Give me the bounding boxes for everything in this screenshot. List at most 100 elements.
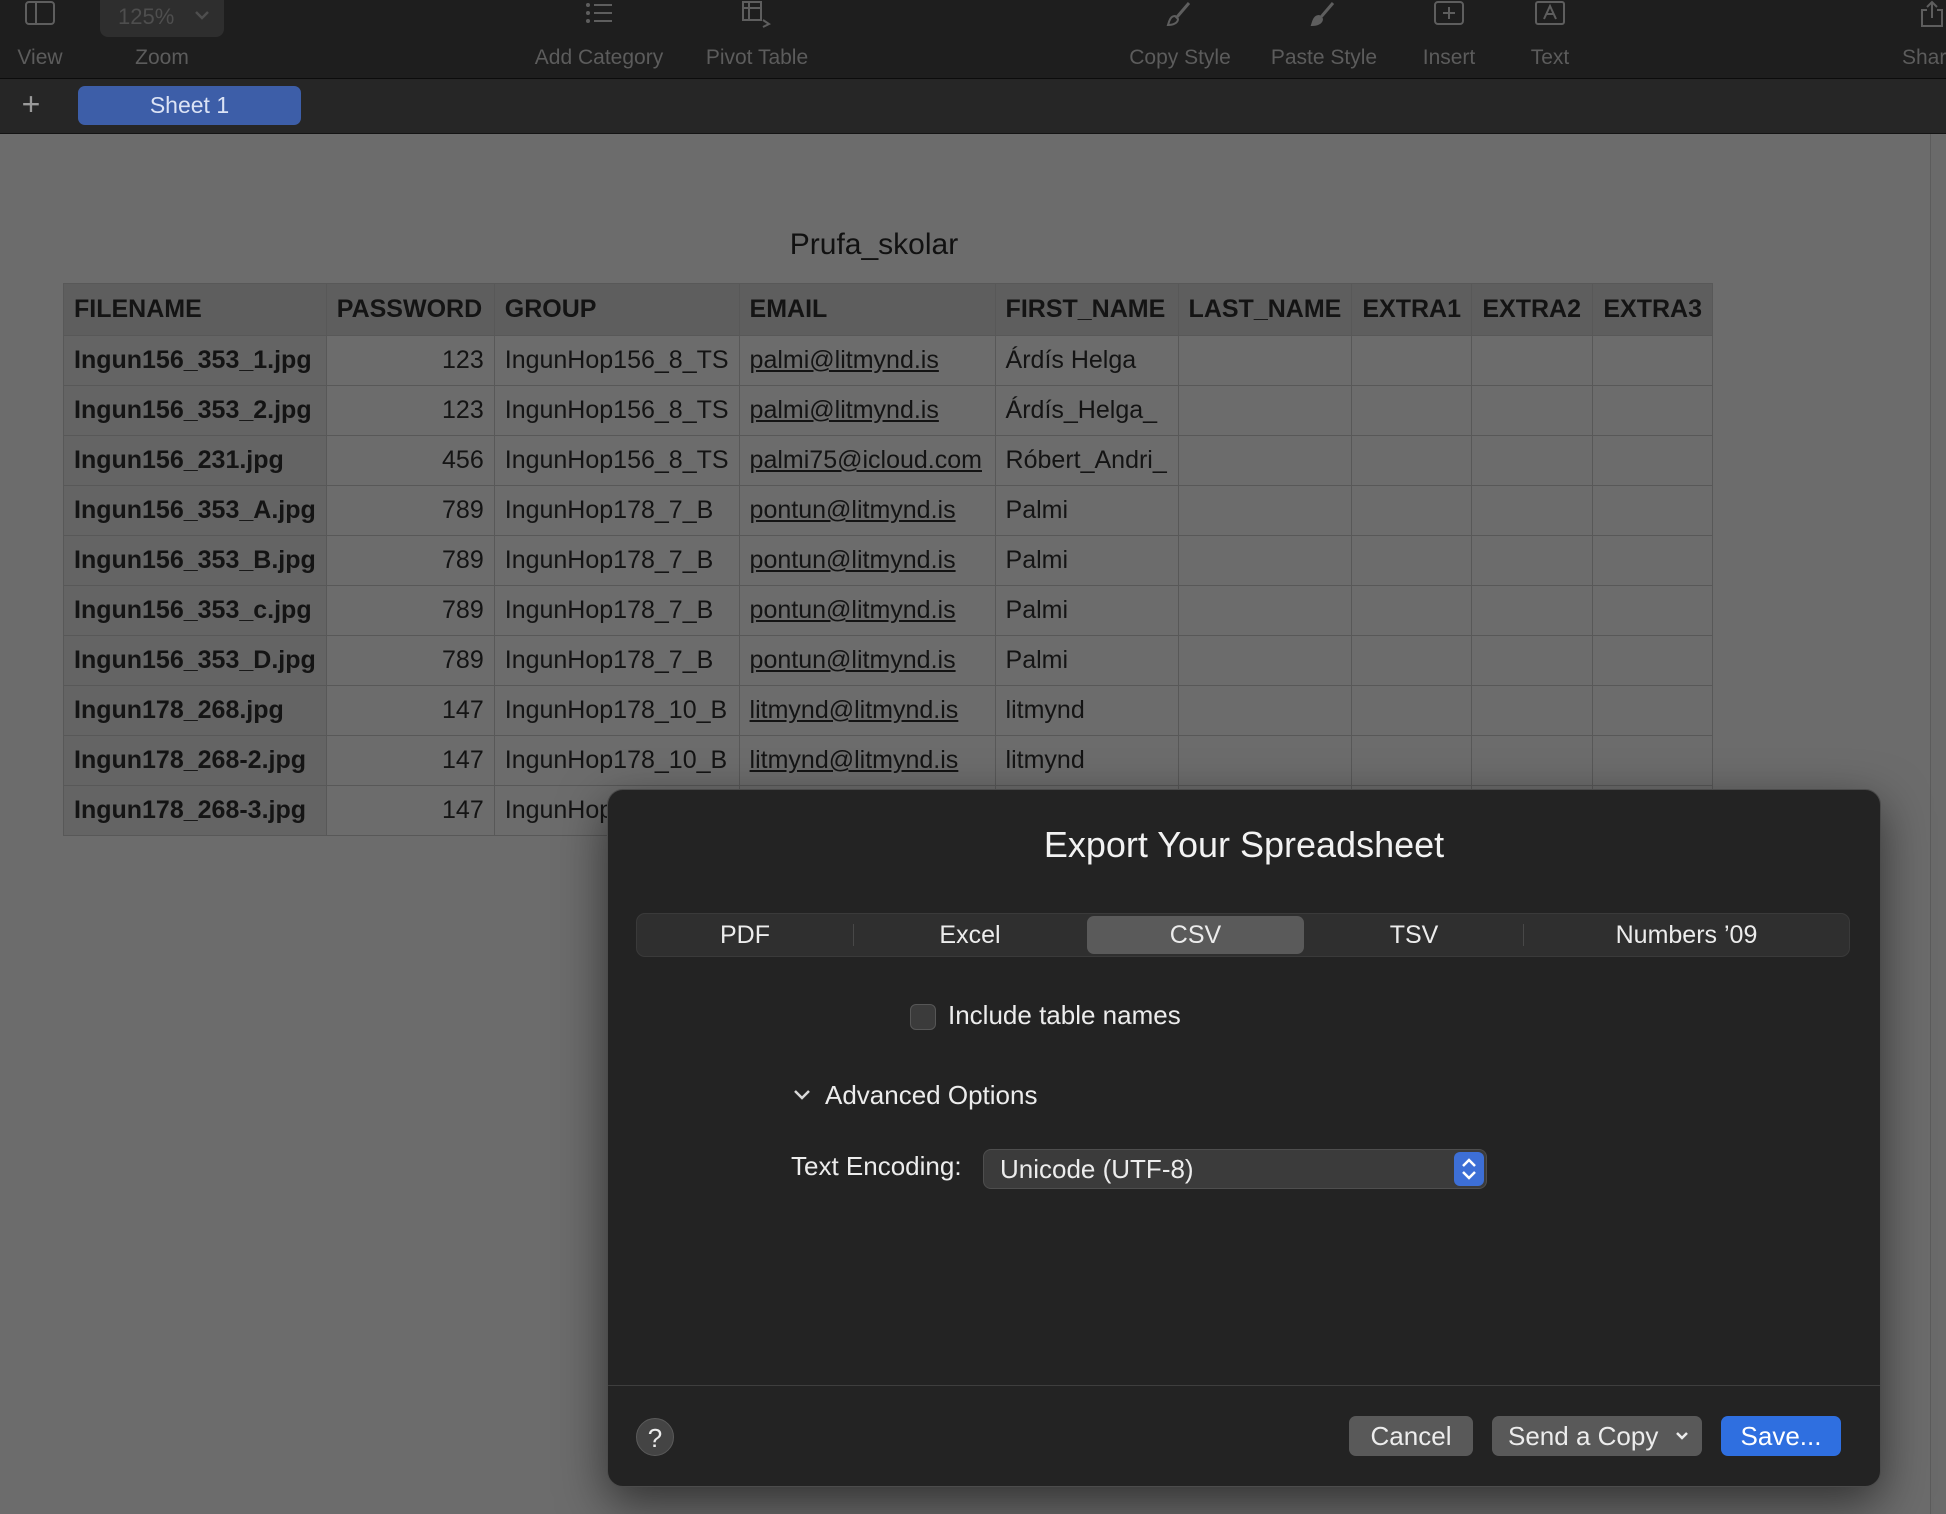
table-cell[interactable]: pontun@litmynd.is: [738, 635, 996, 686]
table-cell[interactable]: Ingun178_268-2.jpg: [63, 735, 327, 786]
table-cell[interactable]: Ingun178_268-3.jpg: [63, 785, 327, 836]
table-cell[interactable]: [1351, 485, 1473, 536]
advanced-options-toggle[interactable]: Advanced Options: [825, 1080, 1037, 1111]
copy-style-button[interactable]: Copy Style: [1120, 0, 1240, 78]
table-cell[interactable]: Ingun156_353_B.jpg: [63, 535, 327, 586]
table-cell[interactable]: litmynd@litmynd.is: [738, 735, 996, 786]
table-cell[interactable]: palmi@litmynd.is: [738, 385, 996, 436]
table-cell[interactable]: [1177, 485, 1353, 536]
table-cell[interactable]: Palmi: [994, 485, 1179, 536]
text-encoding-popup[interactable]: Unicode (UTF-8): [983, 1149, 1487, 1189]
table-cell[interactable]: pontun@litmynd.is: [738, 585, 996, 636]
table-cell[interactable]: Ingun178_268.jpg: [63, 685, 327, 736]
table-cell[interactable]: [1471, 335, 1594, 386]
table-cell[interactable]: Árdís Helga: [994, 335, 1179, 386]
table-cell[interactable]: [1351, 585, 1473, 636]
pivot-table-button[interactable]: Pivot Table: [697, 0, 817, 78]
table-cell[interactable]: 147: [325, 735, 495, 786]
table-cell[interactable]: litmynd: [994, 685, 1179, 736]
tab-tsv[interactable]: TSV: [1305, 914, 1523, 956]
include-table-names-checkbox[interactable]: [910, 1004, 936, 1030]
table-cell[interactable]: Árdís_Helga_: [994, 385, 1179, 436]
table-cell[interactable]: [1351, 635, 1473, 686]
tab-sheet-1[interactable]: Sheet 1: [78, 86, 301, 125]
header-cell[interactable]: FIRST_NAME: [994, 283, 1179, 336]
share-button[interactable]: Shar: [1898, 0, 1946, 78]
table-cell[interactable]: Róbert_Andri_: [994, 435, 1179, 486]
table-cell[interactable]: palmi75@icloud.com: [738, 435, 996, 486]
table-cell[interactable]: [1177, 685, 1353, 736]
table-cell[interactable]: [1351, 335, 1473, 386]
table-cell[interactable]: [1471, 535, 1594, 586]
table-cell[interactable]: 147: [325, 685, 495, 736]
tab-csv[interactable]: CSV: [1087, 916, 1304, 954]
table-cell[interactable]: pontun@litmynd.is: [738, 485, 996, 536]
table-cell[interactable]: [1592, 335, 1714, 386]
vertical-scrollbar[interactable]: [1930, 134, 1946, 1514]
table-cell[interactable]: [1471, 435, 1594, 486]
tab-numbers-09[interactable]: Numbers ’09: [1524, 914, 1849, 956]
table-cell[interactable]: 789: [325, 635, 495, 686]
table-cell[interactable]: IngunHop178_7_B: [493, 535, 740, 586]
table-cell[interactable]: 456: [325, 435, 495, 486]
send-a-copy-button[interactable]: Send a Copy: [1492, 1416, 1702, 1456]
table-cell[interactable]: [1592, 585, 1714, 636]
table-cell[interactable]: Ingun156_353_D.jpg: [63, 635, 327, 686]
header-cell[interactable]: EMAIL: [738, 283, 996, 336]
include-table-names-label[interactable]: Include table names: [948, 1000, 1181, 1031]
paste-style-button[interactable]: Paste Style: [1262, 0, 1386, 78]
tab-pdf[interactable]: PDF: [637, 914, 853, 956]
table-cell[interactable]: [1592, 485, 1714, 536]
table-cell[interactable]: [1177, 585, 1353, 636]
table-cell[interactable]: [1177, 385, 1353, 436]
header-cell[interactable]: FILENAME: [63, 283, 327, 336]
table-cell[interactable]: [1177, 735, 1353, 786]
table-cell[interactable]: [1471, 635, 1594, 686]
table-cell[interactable]: Ingun156_353_A.jpg: [63, 485, 327, 536]
table-cell[interactable]: [1471, 585, 1594, 636]
table-cell[interactable]: [1177, 635, 1353, 686]
table-cell[interactable]: [1471, 385, 1594, 436]
table-cell[interactable]: Ingun156_353_c.jpg: [63, 585, 327, 636]
table-cell[interactable]: IngunHop178_10_B: [493, 735, 740, 786]
table-cell[interactable]: [1351, 735, 1473, 786]
tab-excel[interactable]: Excel: [854, 914, 1086, 956]
zoom-control[interactable]: 125% Zoom: [100, 0, 224, 78]
zoom-popup[interactable]: 125%: [100, 0, 224, 37]
table-cell[interactable]: [1592, 385, 1714, 436]
header-cell[interactable]: EXTRA2: [1471, 283, 1594, 336]
table-cell[interactable]: [1592, 635, 1714, 686]
table-cell[interactable]: [1177, 435, 1353, 486]
table-cell[interactable]: [1471, 735, 1594, 786]
table-cell[interactable]: Ingun156_353_1.jpg: [63, 335, 327, 386]
spreadsheet-table[interactable]: FILENAME PASSWORD GROUP EMAIL FIRST_NAME…: [63, 283, 1714, 836]
table-cell[interactable]: [1471, 685, 1594, 736]
table-cell[interactable]: Palmi: [994, 585, 1179, 636]
table-cell[interactable]: Ingun156_353_2.jpg: [63, 385, 327, 436]
table-cell[interactable]: 789: [325, 535, 495, 586]
table-cell[interactable]: 147: [325, 785, 495, 836]
table-cell[interactable]: IngunHop156_8_TS: [493, 435, 740, 486]
chevron-down-icon[interactable]: [792, 1088, 812, 1102]
table-cell[interactable]: litmynd@litmynd.is: [738, 685, 996, 736]
table-cell[interactable]: 123: [325, 335, 495, 386]
table-cell[interactable]: [1351, 535, 1473, 586]
table-cell[interactable]: IngunHop156_8_TS: [493, 335, 740, 386]
table-cell[interactable]: Ingun156_231.jpg: [63, 435, 327, 486]
header-cell[interactable]: EXTRA1: [1351, 283, 1473, 336]
insert-button[interactable]: Insert: [1412, 0, 1486, 78]
add-sheet-button[interactable]: +: [16, 88, 46, 120]
table-cell[interactable]: 789: [325, 485, 495, 536]
table-cell[interactable]: IngunHop178_7_B: [493, 635, 740, 686]
table-cell[interactable]: IngunHop178_7_B: [493, 485, 740, 536]
table-cell[interactable]: IngunHop178_10_B: [493, 685, 740, 736]
table-cell[interactable]: [1471, 485, 1594, 536]
table-cell[interactable]: 123: [325, 385, 495, 436]
table-cell[interactable]: [1351, 385, 1473, 436]
table-cell[interactable]: IngunHop156_8_TS: [493, 385, 740, 436]
text-button[interactable]: Text: [1520, 0, 1580, 78]
table-cell[interactable]: [1177, 535, 1353, 586]
cancel-button[interactable]: Cancel: [1349, 1416, 1473, 1456]
table-cell[interactable]: Palmi: [994, 535, 1179, 586]
help-button[interactable]: ?: [636, 1418, 674, 1456]
